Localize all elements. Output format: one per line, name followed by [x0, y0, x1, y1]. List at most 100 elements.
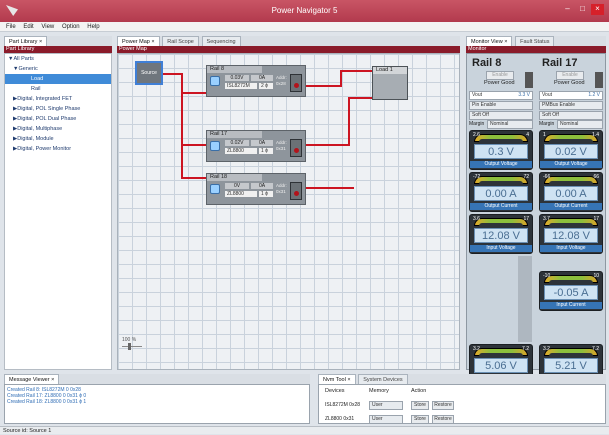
gauge-value: 12.08 V: [474, 228, 528, 243]
restore-button[interactable]: Restore: [432, 401, 454, 410]
gauge-min: -72: [473, 174, 481, 180]
wire: [306, 85, 342, 87]
wire: [348, 97, 372, 99]
tab-monitor-view[interactable]: Monitor View ×: [466, 36, 513, 46]
tab-part-library-label: Part Library: [9, 39, 38, 45]
rail-output-pin-icon[interactable]: [290, 74, 302, 92]
gauge-min: -66: [543, 174, 551, 180]
power-map-canvas[interactable]: Source Load 1 Rail 8 0.03V 0A ISL8272M 2…: [117, 53, 460, 370]
store-button[interactable]: Store: [411, 401, 429, 410]
gauge-label: Input Voltage: [540, 245, 602, 252]
rail-block-17[interactable]: Rail 17 0.02V 0A ZL8800 1 ɸ Addr: 0x31: [206, 130, 306, 162]
menu-file[interactable]: File: [6, 22, 16, 32]
tree-all-parts[interactable]: ▼All Parts: [5, 54, 111, 64]
rail-addr-label: Addr:: [276, 75, 287, 80]
gauge-min: 3.7: [543, 216, 550, 222]
enable-mode-select[interactable]: PMBus Enable: [539, 101, 603, 110]
close-button[interactable]: ×: [591, 4, 604, 15]
gauge-output-current: -72 72 0.00 A Output Current: [469, 172, 533, 212]
power-icon: [210, 141, 220, 151]
wire: [340, 70, 342, 86]
menu-bar: File Edit View Option Help: [0, 22, 609, 32]
tree-load[interactable]: Load: [5, 74, 111, 84]
gauge-label: Output Current: [540, 203, 602, 210]
gauge-max: 17: [593, 216, 599, 222]
enable-mode-select[interactable]: Pin Enable: [469, 101, 533, 110]
scrollbar[interactable]: [518, 256, 532, 342]
rail-output-pin-icon[interactable]: [290, 182, 302, 200]
rail-addr: 0x28: [276, 81, 286, 86]
gauge-max: 1.4: [592, 132, 599, 138]
zoom-slider[interactable]: [122, 346, 142, 347]
nvm-table: Devices Memory Action ISL8272M 0x28 User…: [318, 384, 606, 424]
tab-message-viewer[interactable]: Message Viewer ×: [4, 374, 60, 384]
menu-help[interactable]: Help: [87, 22, 99, 32]
restore-button[interactable]: Restore: [432, 415, 454, 424]
tab-nvm-tool[interactable]: Nvm Tool ×: [318, 374, 356, 384]
soft-off-select[interactable]: Soft Off: [539, 111, 603, 120]
rail-device: ZL8800: [225, 191, 257, 197]
rail-output-pin-icon[interactable]: [290, 139, 302, 157]
zoom-slider-thumb[interactable]: [128, 343, 131, 350]
vout-value: 1.2 V: [588, 92, 600, 98]
enable-button[interactable]: Enable: [486, 71, 514, 80]
tree-pol-dual[interactable]: ▶Digital, POL Dual Phase: [5, 114, 111, 124]
tree-integrated-fet[interactable]: ▶Digital, Integrated FET: [5, 94, 111, 104]
memory-select[interactable]: User: [369, 401, 403, 410]
power-icon: [210, 76, 220, 86]
rail-block-18[interactable]: Rail 18 0V 0A ZL8800 1 ɸ Addr: 0x31: [206, 173, 306, 205]
gauge-label: Input Voltage: [470, 245, 532, 252]
tree-multiphase[interactable]: ▶Digital, Multiphase: [5, 124, 111, 134]
wire: [181, 73, 183, 179]
enable-button[interactable]: Enable: [556, 71, 584, 80]
margin-select[interactable]: Nominal: [557, 120, 603, 129]
power-good-label: Power Good: [554, 80, 585, 86]
margin-select[interactable]: Nominal: [487, 120, 533, 129]
maximize-button[interactable]: □: [576, 4, 589, 15]
soft-off-select[interactable]: Soft Off: [469, 111, 533, 120]
gauge-max: 72: [523, 174, 529, 180]
tree-generic[interactable]: ▼Generic: [5, 64, 111, 74]
row-device: ISL8272M 0x28: [325, 402, 361, 408]
minimize-button[interactable]: –: [561, 4, 574, 15]
gauge-value: 5.06 V: [474, 358, 528, 373]
vout-field[interactable]: Vout 3.3 V: [469, 91, 533, 100]
row-device: ZL8800 0x31: [325, 416, 355, 422]
load-block[interactable]: Load 1: [372, 66, 408, 100]
source-block[interactable]: Source: [135, 61, 163, 85]
memory-select[interactable]: User: [369, 415, 403, 424]
menu-option[interactable]: Option: [62, 22, 80, 32]
power-toggle-icon[interactable]: [595, 72, 603, 88]
tab-sequencing[interactable]: Sequencing: [201, 36, 241, 46]
col-action: Action: [411, 388, 427, 394]
power-toggle-icon[interactable]: [525, 72, 533, 88]
rail-phase: 1 ɸ: [259, 191, 273, 197]
tab-part-library[interactable]: Part Library ×: [4, 36, 48, 46]
part-library-panel: Part Library × Part Library ▼All Parts ▼…: [4, 36, 112, 370]
power-icon: [210, 184, 220, 194]
tree-power-monitor[interactable]: ▶Digital, Power Monitor: [5, 144, 111, 154]
wire: [306, 144, 350, 146]
power-good-label: Power Good: [484, 80, 515, 86]
tab-message-viewer-label: Message Viewer: [9, 377, 50, 383]
gauge-label: Output Current: [470, 203, 532, 210]
margin-label: Margin: [539, 121, 555, 127]
rail-addr-label: Addr:: [276, 140, 287, 145]
tab-power-map[interactable]: Power Map ×: [117, 36, 160, 46]
window-title: Power Navigator 5: [271, 6, 338, 15]
tab-fault-status[interactable]: Fault Status: [515, 36, 555, 46]
tab-system-devices[interactable]: System Devices: [358, 374, 408, 384]
menu-view[interactable]: View: [41, 22, 54, 32]
monitor-panel: Monitor View × Fault Status Monitor Rail…: [466, 36, 606, 384]
rail-block-8[interactable]: Rail 8 0.03V 0A ISL8272M 2 ɸ Addr: 0x28: [206, 65, 306, 97]
store-button[interactable]: Store: [411, 415, 429, 424]
tree-module[interactable]: ▶Digital, Module: [5, 134, 111, 144]
vout-label: Vout: [542, 92, 553, 98]
monitor-rail-title: Rail 17: [542, 57, 578, 69]
vout-field[interactable]: Vout 1.2 V: [539, 91, 603, 100]
tab-rail-scope[interactable]: Rail Scope: [162, 36, 199, 46]
gauge-input-voltage: 3.6 17 12.08 V Input Voltage: [469, 214, 533, 254]
tree-pol-single[interactable]: ▶Digital, POL Single Phase: [5, 104, 111, 114]
menu-edit[interactable]: Edit: [23, 22, 33, 32]
tree-rail[interactable]: Rail: [5, 84, 111, 94]
